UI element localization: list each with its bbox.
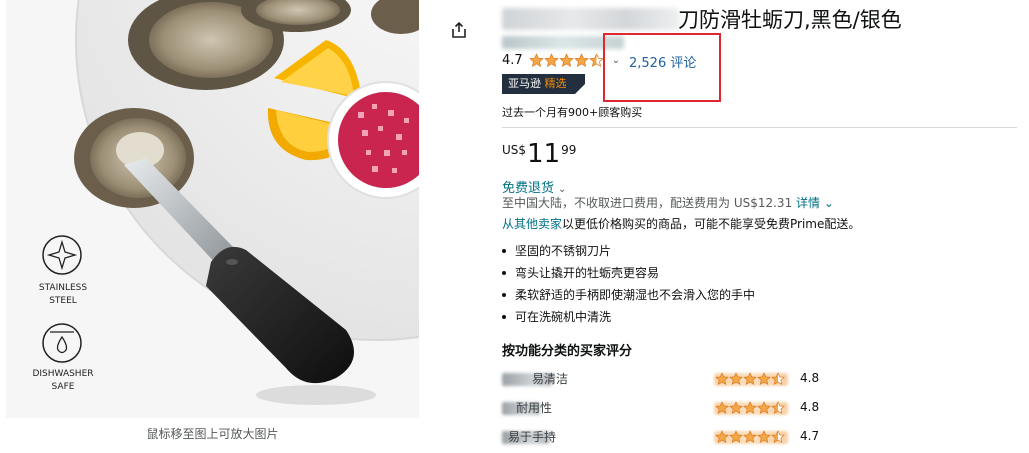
star-icon [743,401,757,415]
star-icon [743,430,757,444]
price: US$ 11 99 [502,140,576,168]
feature-rating-row: 易于手持 4.7 [502,428,822,448]
feature-stars [715,401,785,415]
price-whole: 11 [527,139,561,169]
dishwasher-label-line2: SAFE [51,382,75,392]
feature-stars [715,372,785,386]
title-redacted [502,8,680,30]
star-icon [729,401,743,415]
other-sellers-text: 以更低价格购买的商品，可能不能享受免费Prime配送。 [562,217,861,231]
feature-rating-row: 耐用性 4.8 [502,399,822,419]
product-title-text: 刀防滑牡蛎刀,黑色/银色 [678,8,902,32]
feature-rating-row: 易清洁 4.8 [502,370,822,390]
star-icon [715,430,729,444]
bullet-item: 可在洗碗机中清洗 [502,306,755,328]
rating-value: 4.7 [502,52,523,68]
rating-stars [528,52,604,68]
feature-label: 易于手持 [508,430,557,444]
star-icon [771,401,785,415]
product-image[interactable]: STAINLESS STEEL DISHWASHER SAFE [6,0,419,418]
star-icon [715,401,729,415]
feature-ratings-heading: 按功能分类的买家评分 [502,344,633,359]
bullet-item: 柔软舒适的手柄即使潮湿也不会滑入您的手中 [502,284,755,306]
bullet-item: 坚固的不锈钢刀片 [502,240,755,262]
feature-label: 易清洁 [532,372,569,386]
star-icon [743,372,757,386]
stainless-label-line1: STAINLESS [38,283,88,293]
star-icon [573,52,589,67]
price-currency: US$ [502,143,527,157]
product-title: 刀防滑牡蛎刀,黑色/银色 [502,2,1022,32]
price-fraction: 99 [561,143,577,157]
star-icon [757,401,771,415]
stainless-steel-icon [42,236,82,276]
bought-past-month: 过去一个月有900+顾客购买 [502,106,643,119]
feature-stars [715,430,785,444]
star-icon [715,372,729,386]
feature-bullets: 坚固的不锈钢刀片 弯头让撬开的牡蛎壳更容易 柔软舒适的手柄即使潮湿也不会滑入您的… [502,240,755,328]
badge-prefix: 亚马逊 [508,77,541,90]
star-icon [543,52,559,67]
dishwasher-safe-label: DISHWASHER SAFE [20,368,106,394]
star-icon [729,430,743,444]
feature-score: 4.8 [800,371,820,385]
bullet-item: 弯头让撬开的牡蛎壳更容易 [502,262,755,284]
dishwasher-safe-icon [42,324,82,364]
shipping-info: 至中国大陆，不收取进口费用，配送费用为 US$12.31 详情 ⌄ [502,194,834,211]
divider [502,127,1017,128]
other-sellers-link[interactable]: 从其他卖家 [502,217,562,231]
star-icon [729,372,743,386]
star-icon [771,430,785,444]
shipping-details-link[interactable]: 详情 [796,196,820,210]
star-icon [558,52,574,67]
stainless-steel-label: STAINLESS STEEL [20,282,106,308]
chevron-down-icon[interactable]: ⌄ [824,196,834,210]
feature-score: 4.8 [800,400,820,414]
other-sellers-info: 从其他卖家以更低价格购买的商品，可能不能享受免费Prime配送。 [502,215,860,232]
dishwasher-label-line1: DISHWASHER [32,369,94,379]
feature-label: 耐用性 [516,401,553,415]
share-icon[interactable] [449,20,469,40]
amazons-choice-badge: 亚马逊 精选 [502,74,585,94]
highlight-annotation [603,33,721,102]
star-icon [588,52,604,67]
stainless-label-line2: STEEL [49,296,77,306]
shipping-text: 至中国大陆，不收取进口费用，配送费用为 US$12.31 [502,196,793,210]
star-icon [757,372,771,386]
star-icon [757,430,771,444]
star-icon [771,372,785,386]
star-icon [528,52,544,67]
zoom-hint: 鼠标移至图上可放大图片 [146,427,279,441]
badge-accent: 精选 [544,77,567,90]
feature-score: 4.7 [800,429,820,443]
